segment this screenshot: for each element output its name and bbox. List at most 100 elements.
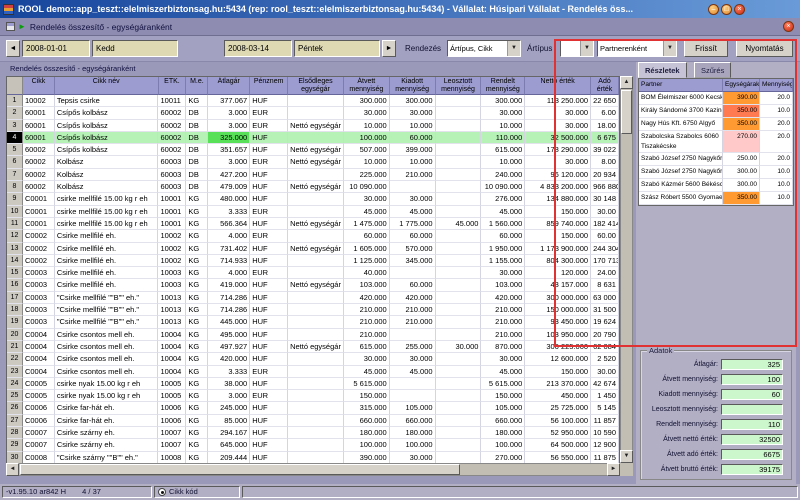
cell: 42 674 [591, 378, 619, 390]
column-header[interactable]: Átlagár [208, 77, 250, 95]
column-header[interactable]: Elsődleges egységár [288, 77, 344, 95]
table-row[interactable]: 29C0007Csirke szárny eh.10007KG645.000HU… [7, 439, 619, 451]
tab-close-icon[interactable]: × [783, 21, 794, 32]
chevron-down-icon[interactable]: ▼ [663, 41, 676, 56]
table-row[interactable]: 25C0005csirke nyak 15.00 kg r eh10005KG3… [7, 390, 619, 402]
partner-row[interactable]: Király Sándorné 3700 Kazincbarcika350.00… [639, 105, 793, 118]
cell [288, 95, 344, 107]
date-to-field[interactable]: 2008-03-14 [224, 40, 292, 57]
table-row[interactable]: 21C0004Csirke csontos mell eh.10004KG497… [7, 341, 619, 353]
partner-row[interactable]: Szabó József 2750 Nagykőrös300.0010.0 [639, 166, 793, 179]
date-from-field[interactable]: 2008-01-01 [22, 40, 90, 57]
scroll-left-icon[interactable]: ◄ [6, 463, 19, 476]
table-row[interactable]: 110002Tepsis csirke10011KG377.067HUF300.… [7, 95, 619, 107]
table-row[interactable]: 10C0001csirke mellfilé 15.00 kg r eh1000… [7, 206, 619, 218]
cell: Nettó egységár [288, 218, 344, 230]
print-button[interactable]: Nyomtatás [736, 40, 793, 57]
vertical-scrollbar[interactable] [620, 76, 633, 463]
column-header[interactable]: Rendelt mennyiség [481, 77, 525, 95]
chevron-down-icon[interactable]: ▼ [580, 41, 593, 56]
cell: KG [186, 206, 208, 218]
partner-name-cell: Szabó Kázmér 5600 Békéscsaba [639, 179, 723, 192]
partner-row[interactable]: Szabó Kázmér 5600 Békéscsaba300.0010.0 [639, 179, 793, 192]
table-row[interactable]: 12C0002Csirke mellfilé eh.10002KG4.000EU… [7, 230, 619, 242]
column-header[interactable]: ETK. [159, 77, 187, 95]
maximize-icon[interactable]: □ [721, 4, 732, 15]
tab-reszletek[interactable]: Részletek [638, 62, 687, 78]
cell: 18.00 [591, 120, 619, 132]
partner-mode-combo[interactable]: Partnerenként ▼ [597, 40, 677, 57]
price-type-combo[interactable]: ▼ [560, 40, 594, 57]
partner-column-header[interactable]: Egységárak [723, 79, 760, 92]
column-header[interactable]: Cikk név [55, 77, 159, 95]
column-header[interactable]: Adó érték [591, 77, 619, 95]
day-to-field[interactable]: Péntek [294, 40, 380, 57]
table-row[interactable]: 15C0003Csirke mellfilé eh.10003KG4.000EU… [7, 267, 619, 279]
table-row[interactable]: 14C0002Csirke mellfilé eh.10002KG714.933… [7, 255, 619, 267]
column-header[interactable]: Cikk [23, 77, 55, 95]
sort-combo[interactable]: Ártípus, Cikk ▼ [447, 40, 521, 57]
table-row[interactable]: 560002Csípős kolbász60002DB351.657HUFNet… [7, 144, 619, 156]
scroll-up-icon[interactable]: ▲ [620, 76, 633, 89]
table-row[interactable]: 660002Kolbász60003DB3.000EURNettó egység… [7, 156, 619, 168]
partner-row[interactable]: Szabolcska Szabolcs 6060Tiszakécske270.0… [639, 131, 793, 153]
scroll-right-icon[interactable]: ► [607, 463, 620, 476]
adatok-title: Adatok [647, 346, 674, 355]
cell: 31 500 [591, 304, 619, 316]
partner-row[interactable]: Nagy Hús Kft. 6750 Algyő350.0020.0 [639, 118, 793, 131]
table-row[interactable]: 22C0004Csirke csontos mell eh.10004KG420… [7, 353, 619, 365]
column-header[interactable]: Nettó érték [525, 77, 591, 95]
cell: KG [186, 279, 208, 291]
cell: 103 950.000 [525, 329, 591, 341]
partner-row[interactable]: Szász Róbert 5500 Gyomaendrőd350.0010.0 [639, 192, 793, 205]
table-row[interactable]: 28C0007Csirke szárny eh.10007KG294.167HU… [7, 427, 619, 439]
table-row[interactable]: 11C0001csirke mellfilé 15.00 kg r eh1000… [7, 218, 619, 230]
table-row[interactable]: 19C0003"Csirke mellfilé ""B"" eh."10013K… [7, 316, 619, 328]
table-row[interactable]: 13C0002Csirke mellfilé eh.10002KG731.402… [7, 243, 619, 255]
column-header[interactable]: Átvett mennyiség [344, 77, 390, 95]
adatok-label: Átvett bruttó érték: [641, 466, 721, 473]
column-header[interactable]: Pénznem [250, 77, 288, 95]
cell: HUF [250, 279, 288, 291]
column-header[interactable]: Leosztott mennyiség [436, 77, 482, 95]
chevron-down-icon[interactable]: ▼ [507, 41, 520, 56]
table-row[interactable]: 860002Kolbász60003DB479.009HUFNettó egys… [7, 181, 619, 193]
cikk-kod-radio[interactable] [158, 488, 166, 496]
table-row[interactable]: 9C0001csirke mellfilé 15.00 kg r eh10001… [7, 193, 619, 205]
table-row[interactable]: 24C0005csirke nyak 15.00 kg r eh10005KG3… [7, 378, 619, 390]
partner-row[interactable]: Szabó József 2750 Nagykőrös250.0020.0 [639, 153, 793, 166]
table-row[interactable]: 23C0004Csirke csontos mell eh.10004KG3.3… [7, 366, 619, 378]
table-row[interactable]: 26C0006Csirke far-hát eh.10006KG245.000H… [7, 402, 619, 414]
table-row[interactable]: 18C0003"Csirke mellfilé ""B"" eh."10013K… [7, 304, 619, 316]
table-row[interactable]: 17C0003"Csirke mellfilé ""B"" eh."10013K… [7, 292, 619, 304]
partner-column-header[interactable]: Partner [639, 79, 723, 92]
cell: 731.402 [208, 243, 250, 255]
prev-period-button[interactable]: ◄ [6, 40, 20, 57]
horizontal-scroll-thumb[interactable] [20, 464, 460, 475]
table-row[interactable]: 760002Kolbász60003DB427.200HUF225.000210… [7, 169, 619, 181]
table-row[interactable]: 27C0006Csirke far-hát eh.10006KG85.000HU… [7, 415, 619, 427]
refresh-button[interactable]: Frissít [684, 40, 728, 57]
row-number-cell: 18 [7, 304, 23, 316]
vertical-scroll-thumb[interactable] [621, 90, 632, 134]
close-icon[interactable]: × [734, 4, 745, 15]
day-from-field[interactable]: Kedd [92, 40, 178, 57]
cell [288, 316, 344, 328]
table-row[interactable]: 20C0004Csirke csontos mell eh.10004KG495… [7, 329, 619, 341]
table-row[interactable]: 260001Csípős kolbász60002DB3.000EUR30.00… [7, 107, 619, 119]
cell: 1 775.000 [390, 218, 436, 230]
column-header[interactable]: M.e. [186, 77, 208, 95]
minimize-icon[interactable]: – [708, 4, 719, 15]
cell: 276.000 [481, 193, 525, 205]
table-row[interactable]: 16C0003Csirke mellfilé eh.10003KG419.000… [7, 279, 619, 291]
scroll-down-icon[interactable]: ▼ [620, 450, 633, 463]
cell: 105.000 [390, 402, 436, 414]
partner-column-header[interactable]: Mennyiségek [760, 79, 793, 92]
table-row[interactable]: 360001Csípős kolbász60002DB3.000EURNettó… [7, 120, 619, 132]
column-header[interactable]: Kiadott mennyiség [390, 77, 436, 95]
row-number-cell: 25 [7, 390, 23, 402]
tab-szures[interactable]: Szűrés [694, 62, 731, 78]
next-period-button[interactable]: ► [382, 40, 396, 57]
table-row[interactable]: 460001Csípős kolbász60002DB325.000HUF100… [7, 132, 619, 144]
partner-row[interactable]: BOM Élelmiszer 6000 Kecskemét390.0020.0 [639, 92, 793, 105]
